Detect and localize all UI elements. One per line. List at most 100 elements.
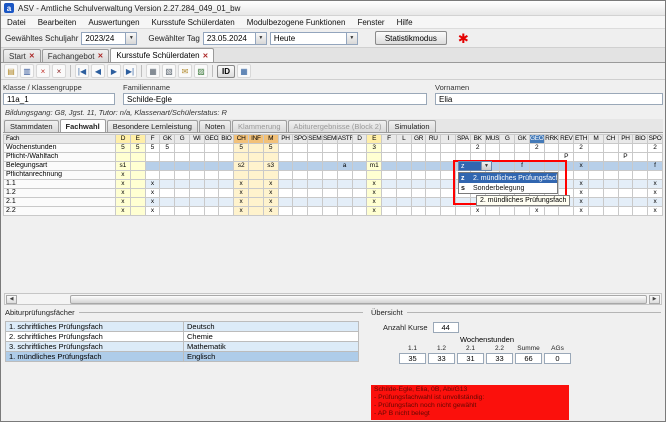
subtab-simulation[interactable]: Simulation	[388, 120, 435, 132]
grid-cell[interactable]	[308, 198, 323, 207]
menu-item-kursstufe-schuelerdaten[interactable]: Kursstufe Schülerdaten	[146, 18, 241, 27]
grid-cell[interactable]: f	[515, 162, 530, 171]
grid-cell[interactable]: x	[574, 162, 589, 171]
grid-cell[interactable]	[337, 189, 352, 198]
grid-cell[interactable]	[322, 198, 337, 207]
grid-cell[interactable]	[219, 144, 234, 153]
abitur-row[interactable]: 1. mündliches PrüfungsfachEnglisch	[6, 352, 359, 362]
grid-cell[interactable]	[574, 171, 589, 180]
id-button[interactable]: ID	[217, 65, 235, 78]
grid-cell[interactable]: P	[559, 153, 574, 162]
new-record-icon[interactable]: ▤	[4, 64, 18, 78]
grid-cell[interactable]	[441, 198, 456, 207]
scroll-left-icon[interactable]: ◀	[6, 295, 17, 304]
grid-cell[interactable]	[293, 207, 308, 216]
grid-cell[interactable]	[278, 189, 293, 198]
grid-cell[interactable]	[618, 171, 633, 180]
grid-cell[interactable]	[189, 189, 204, 198]
grid-cell[interactable]	[116, 153, 131, 162]
grid-cell[interactable]	[603, 189, 618, 198]
grid-cell[interactable]	[249, 171, 264, 180]
grid-cell[interactable]	[293, 189, 308, 198]
grid-cell[interactable]: 2	[470, 144, 485, 153]
grid-cell[interactable]: x	[234, 207, 249, 216]
grid-cell[interactable]: f	[648, 162, 663, 171]
grid-cell[interactable]	[352, 153, 367, 162]
grid-cell[interactable]	[308, 171, 323, 180]
col-header-bk-24[interactable]: BK	[470, 135, 485, 144]
tab-close-icon[interactable]: ✕	[203, 52, 209, 60]
grid-cell[interactable]	[204, 198, 219, 207]
chevron-down-icon[interactable]: ▼	[346, 33, 357, 44]
menu-item-hilfe[interactable]: Hilfe	[391, 18, 419, 27]
grid-cell[interactable]	[603, 162, 618, 171]
grid-cell[interactable]	[293, 162, 308, 171]
grid-cell[interactable]: s2	[234, 162, 249, 171]
grid-cell[interactable]	[130, 180, 145, 189]
delete-record-icon[interactable]: ×	[52, 64, 66, 78]
grid-cell[interactable]	[515, 207, 530, 216]
grid-cell[interactable]: x	[145, 189, 160, 198]
col-header-semk-14[interactable]: SEMK	[322, 135, 337, 144]
col-header-g-4[interactable]: G	[175, 135, 190, 144]
grid-cell[interactable]	[515, 153, 530, 162]
grid-cell[interactable]	[382, 198, 397, 207]
col-header-spa-23[interactable]: SPA	[455, 135, 470, 144]
grid-cell[interactable]: x	[234, 180, 249, 189]
grid-cell[interactable]: x	[367, 180, 382, 189]
col-header-e-1[interactable]: E	[130, 135, 145, 144]
grid-cell[interactable]	[249, 180, 264, 189]
dropdown-item-2-muendliches-pruefungsfach[interactable]: z2. mündliches Prüfungsfach	[459, 173, 557, 183]
col-header-bio-35[interactable]: BIO	[633, 135, 648, 144]
grid-cell[interactable]	[322, 180, 337, 189]
grid-cell[interactable]	[426, 189, 441, 198]
grid-cell[interactable]	[633, 171, 648, 180]
grid-cell[interactable]	[337, 153, 352, 162]
grid-cell[interactable]: x	[648, 180, 663, 189]
menu-item-bearbeiten[interactable]: Bearbeiten	[32, 18, 83, 27]
print-icon[interactable]: ▦	[146, 64, 160, 78]
grid-cell[interactable]	[278, 171, 293, 180]
grid-cell[interactable]	[293, 144, 308, 153]
grid-cell[interactable]	[337, 207, 352, 216]
menu-item-fenster[interactable]: Fenster	[351, 18, 390, 27]
grid-cell[interactable]: x	[263, 198, 278, 207]
grid-cell[interactable]	[130, 153, 145, 162]
grid-cell[interactable]	[130, 207, 145, 216]
grid-cell[interactable]	[589, 189, 604, 198]
grid-cell[interactable]	[382, 144, 397, 153]
grid-cell[interactable]	[175, 189, 190, 198]
grid-cell[interactable]	[145, 162, 160, 171]
grid-cell[interactable]	[352, 180, 367, 189]
grid-cell[interactable]: x	[234, 198, 249, 207]
grid-cell[interactable]: x	[367, 207, 382, 216]
grid-cell[interactable]: m1	[367, 162, 382, 171]
grid-cell[interactable]	[441, 144, 456, 153]
grid-cell[interactable]: x	[263, 180, 278, 189]
col-header-l-19[interactable]: L	[396, 135, 411, 144]
grid-cell[interactable]	[175, 198, 190, 207]
grid-cell[interactable]	[352, 171, 367, 180]
grid-cell[interactable]	[618, 198, 633, 207]
dropdown-item-sonderbelegung[interactable]: sSonderbelegung	[459, 183, 557, 193]
grid-cell[interactable]	[278, 144, 293, 153]
discard-changes-icon[interactable]: ×	[36, 64, 50, 78]
grid-cell[interactable]	[441, 171, 456, 180]
grid-cell[interactable]	[515, 144, 530, 153]
grid-cell[interactable]	[308, 153, 323, 162]
subtab-noten[interactable]: Noten	[199, 120, 231, 132]
grid-cell[interactable]	[189, 207, 204, 216]
grid-cell[interactable]	[189, 180, 204, 189]
grid-cell[interactable]	[411, 162, 426, 171]
grid-cell[interactable]	[441, 180, 456, 189]
grid-cell[interactable]	[648, 171, 663, 180]
grid-cell[interactable]	[396, 189, 411, 198]
grid-cell[interactable]	[455, 207, 470, 216]
grid-cell[interactable]: 2	[574, 144, 589, 153]
grid-cell[interactable]	[278, 180, 293, 189]
grid-cell[interactable]: x	[648, 189, 663, 198]
grid-cell[interactable]: x	[574, 189, 589, 198]
grid-cell[interactable]: x	[145, 207, 160, 216]
grid-cell[interactable]	[589, 144, 604, 153]
col-header-geo-6[interactable]: GEO	[204, 135, 219, 144]
